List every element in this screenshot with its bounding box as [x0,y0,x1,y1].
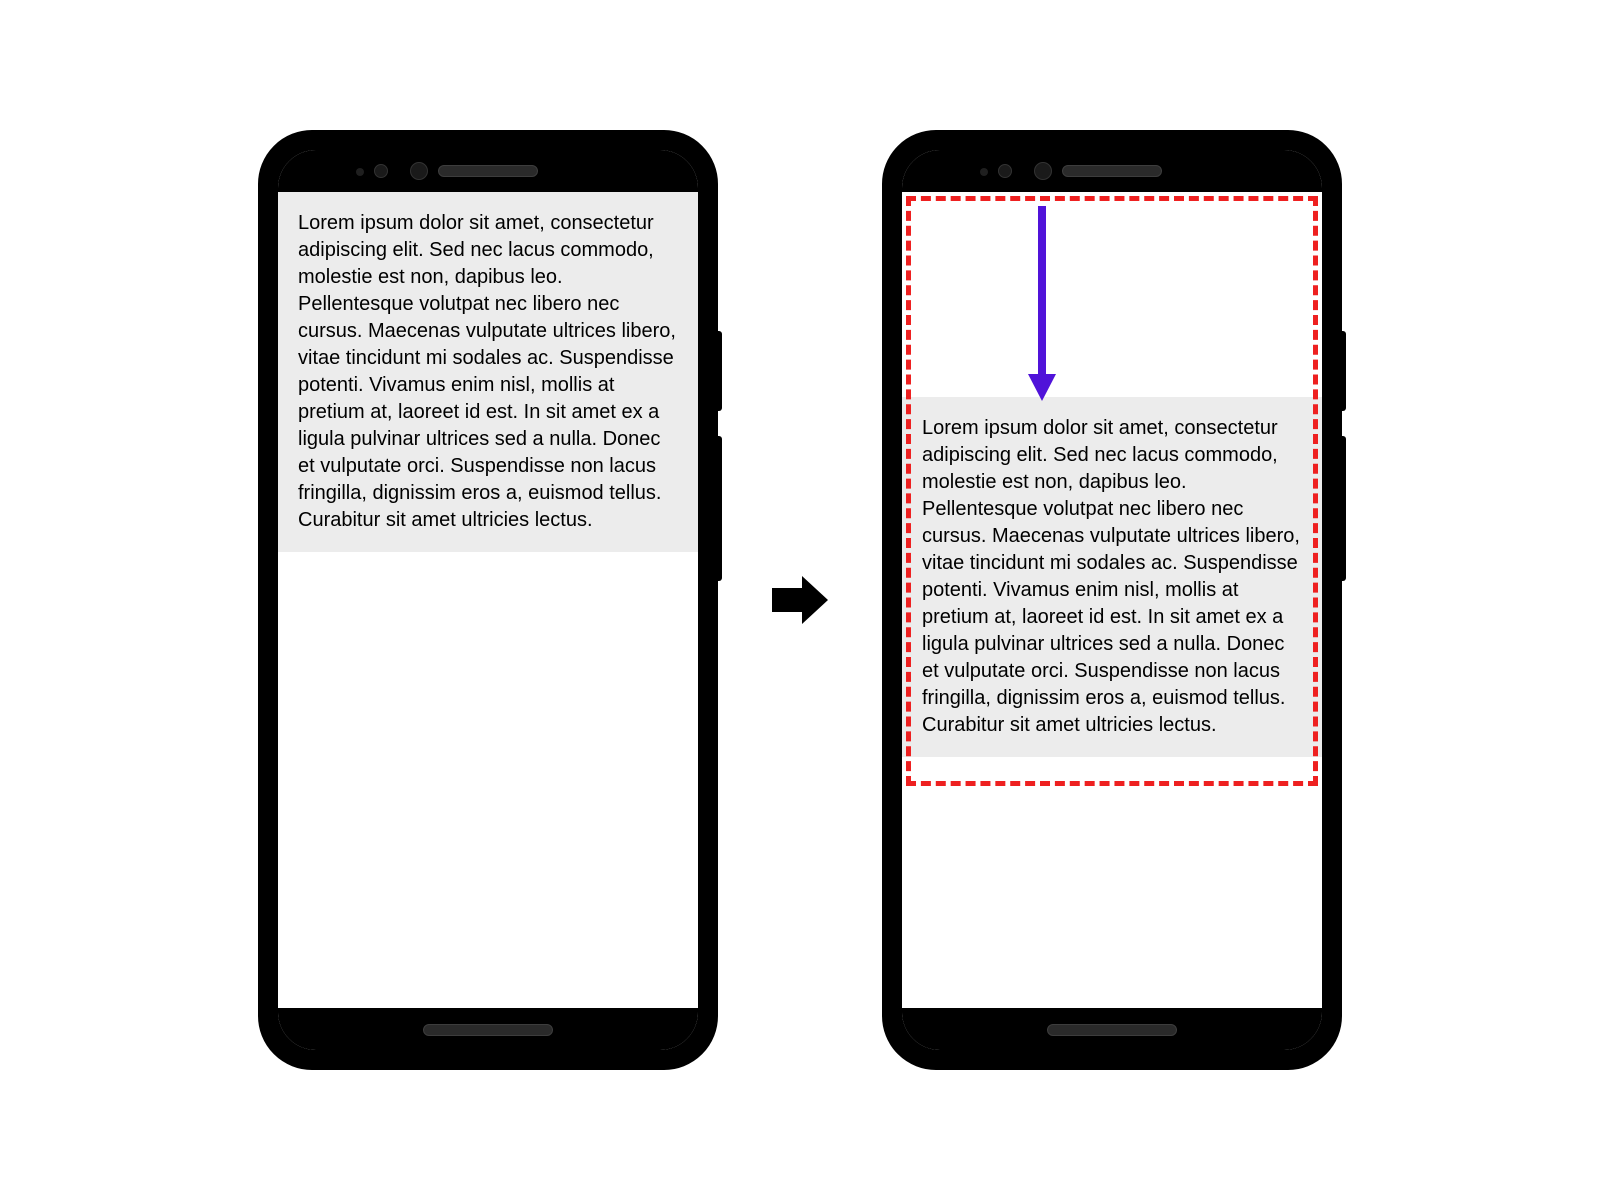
phone-power-button [714,331,722,411]
content-area-before: Lorem ipsum dolor sit amet, consectetur … [278,192,698,1008]
camera-icon [410,162,428,180]
phone-after: Lorem ipsum dolor sit amet, consectetur … [882,130,1342,1070]
phone-top-bezel [902,150,1322,192]
phone-bottom-bezel [278,1008,698,1050]
phone-power-button [1338,331,1346,411]
phone-bottom-bezel [902,1008,1322,1050]
phone-screen-after: Lorem ipsum dolor sit amet, consectetur … [902,150,1322,1050]
content-area-after: Lorem ipsum dolor sit amet, consectetur … [902,192,1322,1008]
offset-arrow-down-icon [1022,206,1062,406]
phone-top-bezel [278,150,698,192]
speaker-icon [1062,165,1162,177]
phone-volume-button [1338,436,1346,581]
camera-icon [1034,162,1052,180]
speaker-icon [1047,1024,1177,1036]
speaker-icon [438,165,538,177]
phone-before: Lorem ipsum dolor sit amet, consectetur … [258,130,718,1070]
text-content-block-shifted: Lorem ipsum dolor sit amet, consectetur … [902,397,1322,757]
speaker-icon [423,1024,553,1036]
arrow-right-icon [768,568,832,632]
camera-icon [374,164,388,178]
sensor-dot-icon [980,168,988,176]
phone-volume-button [714,436,722,581]
phone-screen-before: Lorem ipsum dolor sit amet, consectetur … [278,150,698,1050]
sensor-dot-icon [356,168,364,176]
text-content-block: Lorem ipsum dolor sit amet, consectetur … [278,192,698,552]
camera-icon [998,164,1012,178]
